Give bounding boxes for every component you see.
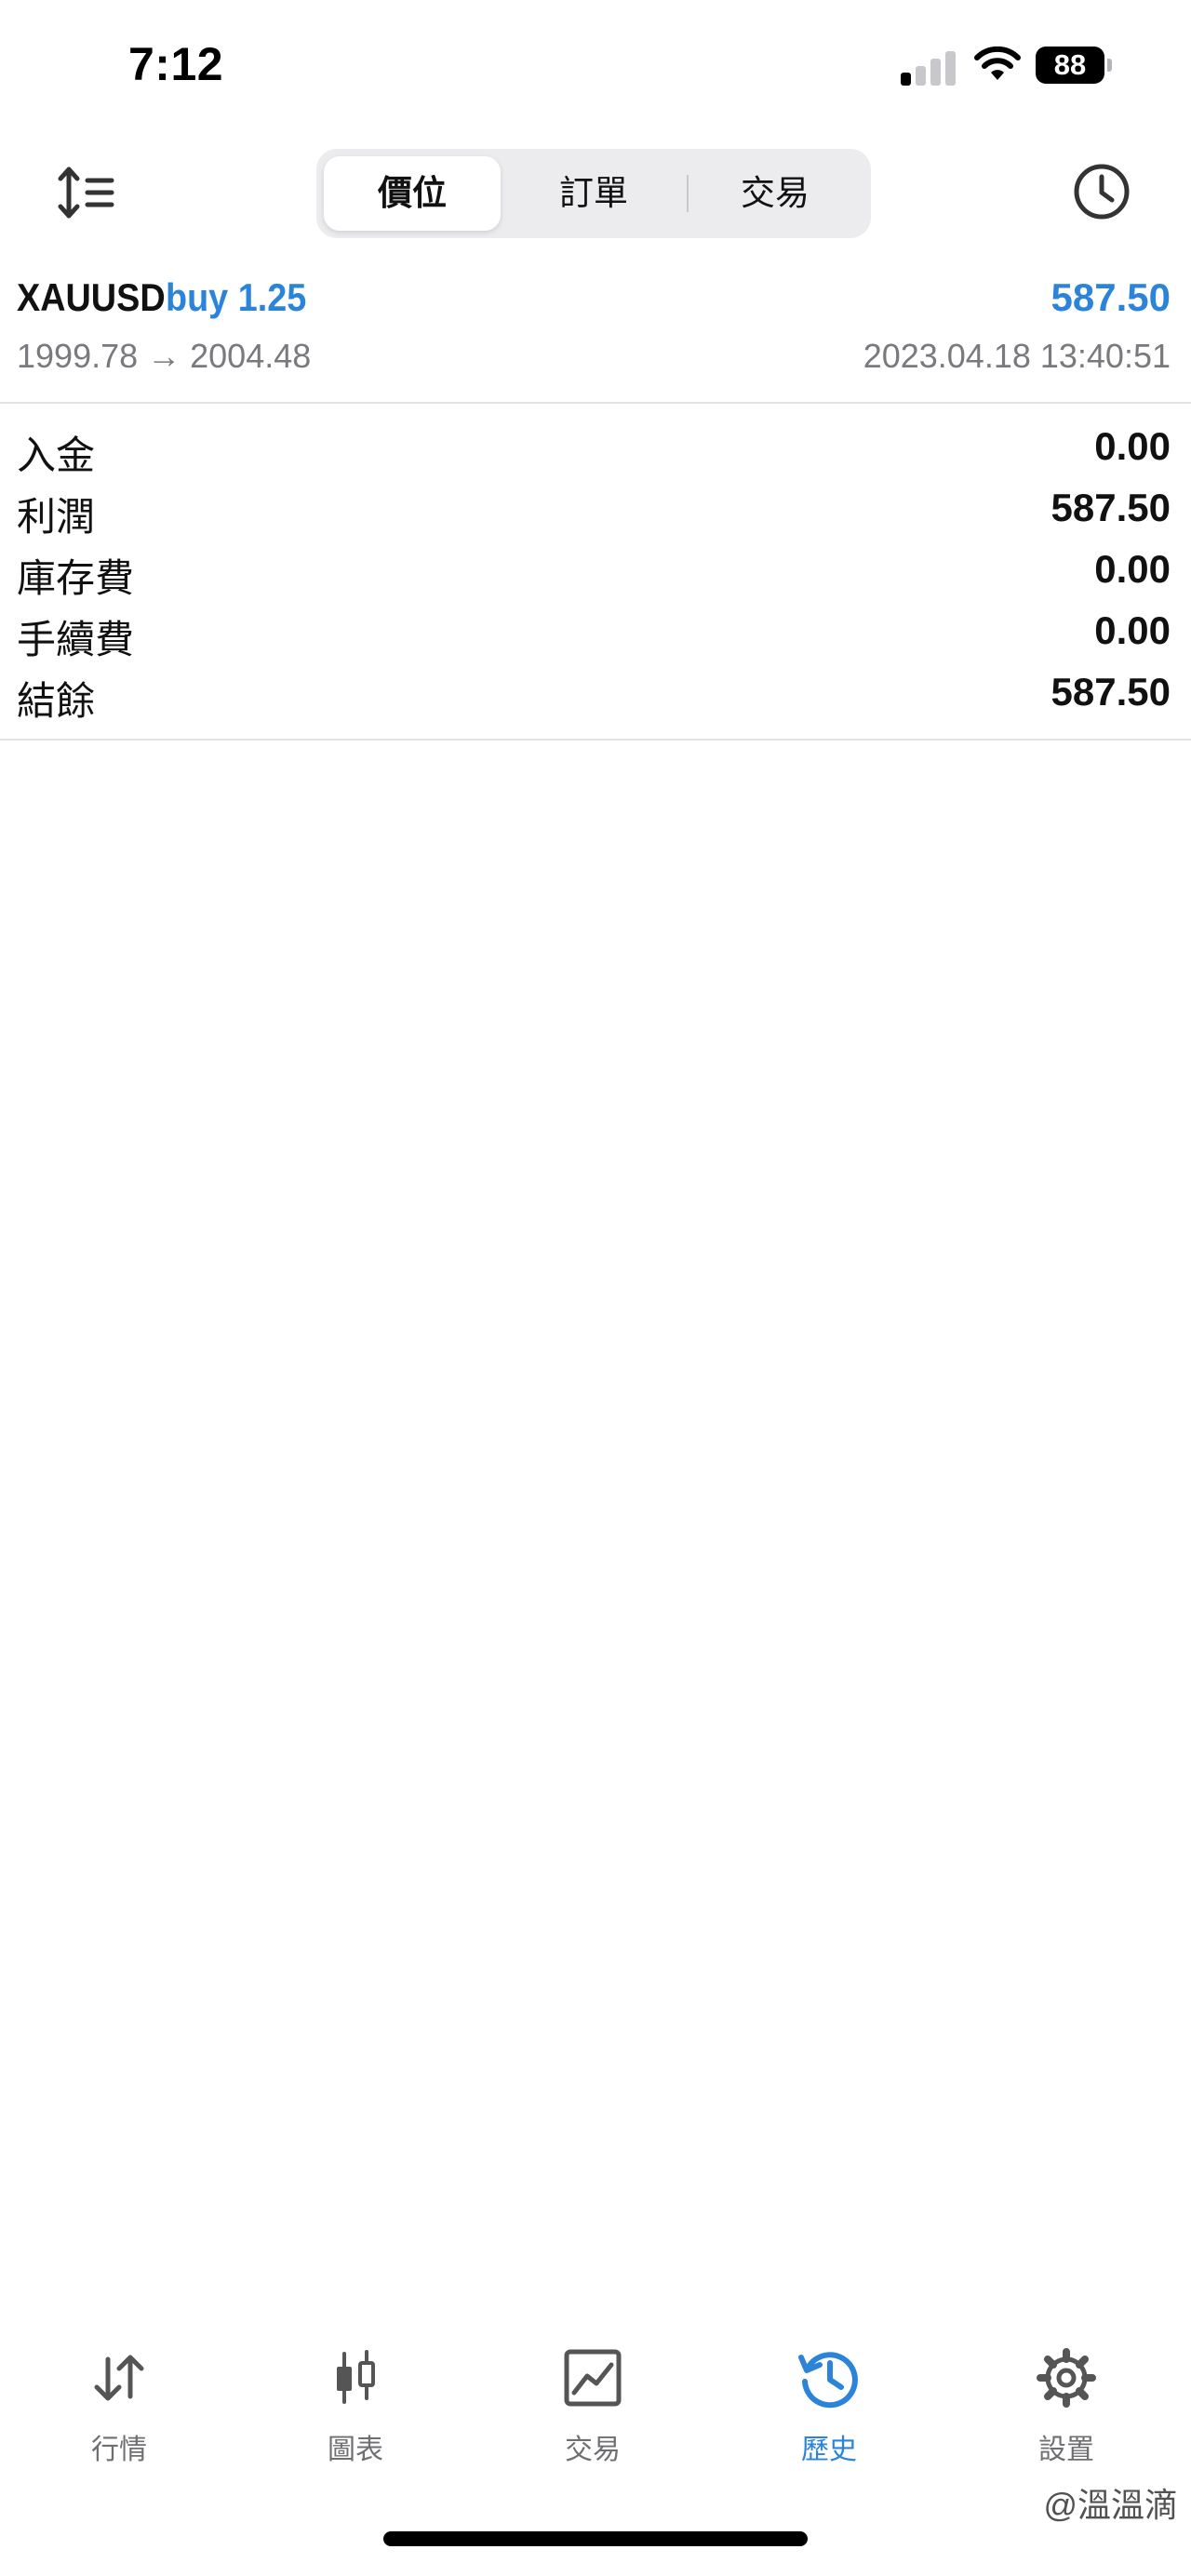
toolbar: 價位 訂單 交易 [0, 140, 1191, 251]
status-time: 7:12 [128, 38, 224, 90]
segmented-control: 價位 訂單 交易 [316, 149, 871, 238]
summary-row-balance: 結餘 587.50 [0, 664, 1191, 726]
divider [0, 402, 1191, 404]
gear-icon [1037, 2348, 1096, 2408]
summary-label: 入金 [17, 434, 96, 477]
tab-trade[interactable]: 交易 [523, 2344, 662, 2493]
summary-label: 結餘 [17, 679, 96, 723]
sort-icon[interactable] [56, 160, 121, 225]
trade-prices: 1999.78 → 2004.48 [17, 337, 312, 375]
summary-row-commission: 手續費 0.00 [0, 603, 1191, 664]
summary-value: 587.50 [1050, 670, 1171, 714]
summary-label: 庫存費 [17, 556, 135, 600]
battery-level: 88 [1036, 47, 1104, 84]
trade-chart-icon [564, 2349, 622, 2407]
candlestick-chart-icon [337, 2350, 375, 2404]
status-bar: 7:12 88 [0, 0, 1191, 130]
tab-history[interactable]: 歷史 [759, 2344, 899, 2493]
tab-quotes[interactable]: 行情 [49, 2344, 189, 2493]
tab-label: 歷史 [801, 2435, 857, 2465]
quotes-arrows-icon [94, 2355, 144, 2401]
tab-chart[interactable]: 圖表 [286, 2344, 425, 2493]
trade-symbol: XAUUSD [17, 275, 166, 319]
battery-icon: 88 [1036, 47, 1112, 84]
summary-row-swap: 庫存費 0.00 [0, 541, 1191, 603]
watermark: @溫溫滴 [1043, 2486, 1178, 2524]
home-indicator[interactable] [383, 2531, 808, 2546]
summary-label: 手續費 [17, 618, 135, 661]
tab-settings[interactable]: 設置 [997, 2344, 1136, 2493]
summary-row-deposit: 入金 0.00 [0, 419, 1191, 480]
trade-row[interactable]: XAUUSD buy 1.25 587.50 1999.78 → 2004.48… [0, 262, 1191, 402]
trade-time: 2023.04.18 13:40:51 [863, 337, 1171, 375]
summary-list: 入金 0.00 利潤 587.50 庫存費 0.00 手續費 0.00 結餘 5… [0, 419, 1191, 726]
divider [0, 739, 1191, 741]
tab-label: 圖表 [328, 2435, 383, 2465]
tab-label: 交易 [565, 2435, 621, 2465]
summary-value: 0.00 [1094, 547, 1171, 591]
clock-icon[interactable] [1068, 158, 1135, 225]
trade-profit: 587.50 [1050, 275, 1171, 319]
summary-value: 587.50 [1050, 486, 1171, 529]
trade-direction: buy 1.25 [166, 275, 307, 319]
segment-trades[interactable]: 交易 [687, 156, 863, 231]
summary-value: 0.00 [1094, 424, 1171, 468]
summary-value: 0.00 [1094, 608, 1171, 652]
segment-orders[interactable]: 訂單 [505, 156, 682, 231]
wifi-icon [974, 46, 1021, 80]
history-icon [798, 2352, 858, 2409]
tab-label: 設置 [1038, 2435, 1094, 2465]
tab-bar: 行情 圖表 交易 歷史 設置 [0, 2344, 1191, 2493]
segment-price[interactable]: 價位 [324, 156, 501, 231]
summary-row-profit: 利潤 587.50 [0, 480, 1191, 541]
cellular-signal-icon [901, 48, 957, 86]
tab-label: 行情 [91, 2435, 147, 2465]
summary-label: 利潤 [17, 495, 96, 539]
